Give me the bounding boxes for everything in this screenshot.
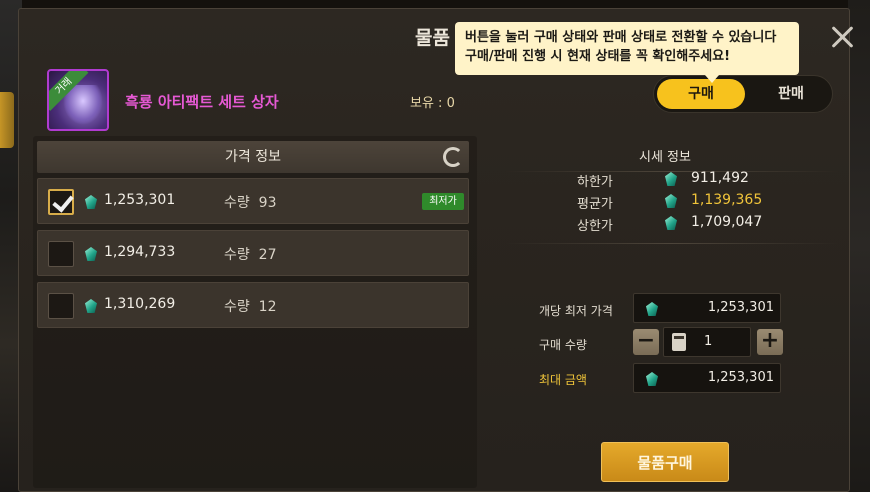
buy-sell-toggle[interactable]: 구매 판매 [653, 75, 833, 113]
qty-label: 수량 [224, 299, 250, 315]
qty-value: 27 [258, 247, 277, 263]
high-price-value: 1,709,047 [691, 214, 763, 230]
decrease-qty-button[interactable]: − [633, 329, 659, 355]
qty-value: 93 [258, 195, 277, 211]
buy-qty-label: 구매 수량 [539, 338, 587, 352]
max-total-value: 1,253,301 [707, 370, 774, 385]
buy-mode-button[interactable]: 구매 [657, 79, 745, 109]
gem-icon [85, 247, 97, 261]
divider [505, 171, 839, 172]
gem-icon [85, 299, 97, 313]
calculator-icon[interactable] [672, 333, 686, 351]
row-qty: 수량 27 [224, 244, 277, 264]
row-price: 1,310,269 [104, 296, 176, 312]
price-row[interactable]: 1,253,301 수량 93 최저가 [37, 178, 469, 224]
low-price-value: 911,492 [691, 170, 749, 186]
window-title: 물품 [415, 27, 450, 49]
unit-price-field: 1,253,301 [633, 293, 781, 323]
tooltip-line-2: 구매/판매 진행 시 현재 상태를 꼭 확인해주세요! [465, 49, 731, 64]
row-checkbox[interactable] [48, 189, 74, 215]
increase-qty-button[interactable]: + [757, 329, 783, 355]
close-icon[interactable] [829, 24, 857, 52]
row-qty: 수량 93 [224, 192, 277, 212]
row-qty: 수량 12 [224, 296, 277, 316]
average-price-label: 평균가 [577, 197, 613, 212]
divider [505, 243, 839, 244]
purchase-button[interactable]: 물품구매 [601, 442, 729, 482]
gem-icon [646, 302, 658, 316]
price-info-header: 가격 정보 [37, 141, 469, 173]
mode-tooltip: 버튼을 눌러 구매 상태와 판매 상태로 전환할 수 있습니다 구매/판매 진행… [455, 22, 799, 83]
gem-icon [85, 195, 97, 209]
gem-icon [665, 194, 677, 208]
qty-label: 수량 [224, 247, 250, 263]
row-checkbox[interactable] [48, 241, 74, 267]
gem-icon [665, 216, 677, 230]
gem-icon [665, 172, 677, 186]
qty-label: 수량 [224, 195, 250, 211]
gem-icon [646, 372, 658, 386]
unit-price-value: 1,253,301 [707, 300, 774, 315]
row-checkbox[interactable] [48, 293, 74, 319]
quantity-value: 1 [704, 334, 713, 349]
qty-value: 12 [258, 299, 277, 315]
sell-mode-button[interactable]: 판매 [756, 79, 826, 109]
refresh-icon[interactable] [443, 147, 463, 167]
quantity-field[interactable]: 1 [663, 327, 751, 357]
owned-count: 보유 : 0 [410, 96, 455, 111]
average-price-value: 1,139,365 [691, 192, 763, 208]
tooltip-line-1: 버튼을 눌러 구매 상태와 판매 상태로 전환할 수 있습니다 [465, 30, 777, 45]
item-name: 흑룡 아티팩트 세트 상자 [125, 93, 279, 111]
price-row[interactable]: 1,310,269 수량 12 [37, 282, 469, 328]
low-price-label: 하한가 [577, 175, 613, 190]
background-sliver [0, 92, 14, 148]
row-price: 1,253,301 [104, 192, 176, 208]
row-price: 1,294,733 [104, 244, 176, 260]
high-price-label: 상한가 [577, 219, 613, 234]
item-icon: 거래 [47, 69, 109, 131]
max-total-label: 최대 금액 [539, 373, 587, 387]
unit-price-label: 개당 최저 가격 [539, 304, 613, 318]
price-row[interactable]: 1,294,733 수량 27 [37, 230, 469, 276]
lowest-price-badge: 최저가 [422, 193, 464, 210]
market-info-title: 시세 정보 [639, 150, 691, 165]
max-total-field: 1,253,301 [633, 363, 781, 393]
trade-window: 물품 거래 흑룡 아티팩트 세트 상자 보유 : 0 구매 판매 가격 정보 1… [18, 8, 850, 492]
